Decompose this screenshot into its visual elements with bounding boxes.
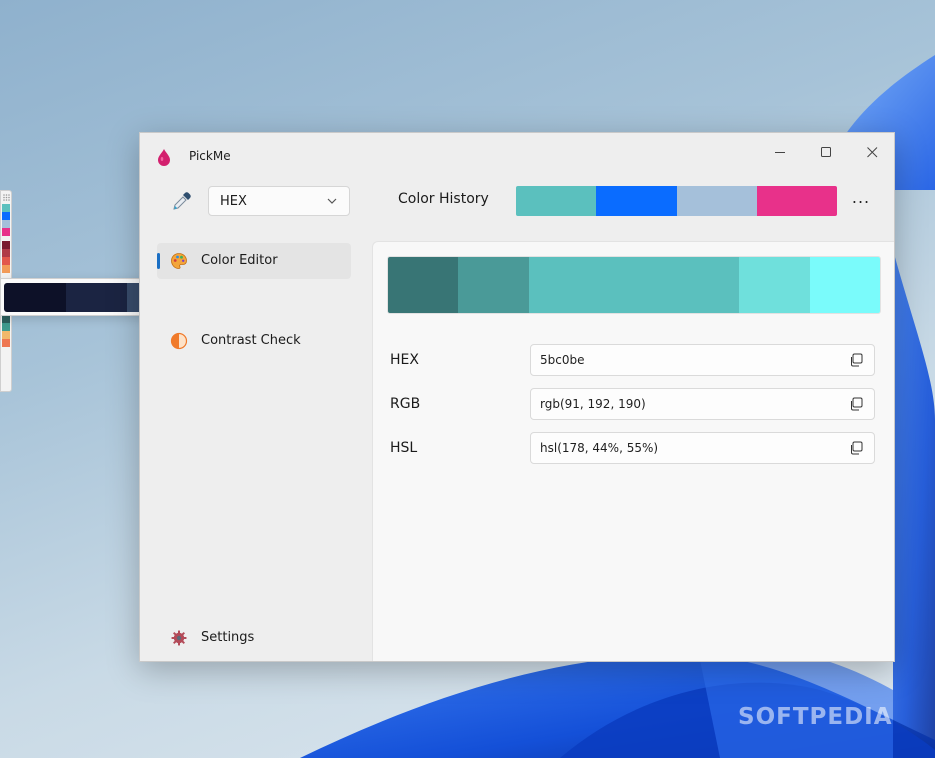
popup-swatch[interactable] [65,283,128,312]
hsl-field[interactable]: hsl(178, 44%, 55%) [530,432,875,464]
color-editor-panel: HEX 5bc0be RGB rgb(91, 192, 190) HSL hsl… [372,241,894,661]
palette-icon [171,253,187,269]
eyedropper-button[interactable] [171,190,193,212]
hex-field[interactable]: 5bc0be [530,344,875,376]
history-swatch[interactable] [676,186,757,216]
eyedropper-icon [173,192,191,210]
history-swatch[interactable] [756,186,837,216]
strip-swatch[interactable] [2,228,10,236]
chevron-down-icon [327,198,337,204]
rgb-label: RGB [390,396,421,412]
format-selected-value: HEX [220,194,247,209]
history-swatch[interactable] [516,186,597,216]
shade-swatch[interactable] [739,257,810,313]
drag-handle-icon[interactable] [3,194,10,201]
nav-active-indicator [157,253,160,269]
strip-swatch[interactable] [2,220,10,228]
strip-swatch[interactable] [2,265,10,273]
strip-swatch[interactable] [2,249,10,257]
strip-swatch[interactable] [2,257,10,265]
strip-swatch[interactable] [2,241,10,249]
strip-swatch[interactable] [2,204,10,212]
hex-label: HEX [390,352,419,368]
app-title: PickMe [189,149,231,163]
strip-swatch[interactable] [2,212,10,220]
contrast-icon [170,332,188,350]
gear-icon [171,630,187,646]
shade-swatch[interactable] [388,257,459,313]
popup-swatch[interactable] [4,283,66,312]
shade-swatch[interactable] [809,257,880,313]
rgb-value: rgb(91, 192, 190) [540,397,646,411]
copy-icon[interactable] [849,397,863,411]
minimize-icon [774,151,785,153]
strip-swatch[interactable] [2,331,10,339]
hsl-value: hsl(178, 44%, 55%) [540,441,659,455]
nav-item-contrast-check[interactable]: Contrast Check [157,323,351,359]
title-bar[interactable]: PickMe [140,133,894,177]
softpedia-watermark: SOFTPEDIA [738,704,893,730]
shade-swatch[interactable] [458,257,529,313]
close-button[interactable] [857,139,887,165]
more-options-button[interactable]: ... [848,189,874,213]
shade-swatch[interactable] [528,257,740,313]
app-window: PickMe HEX Color History ... Color Edito… [139,132,895,662]
color-history-label: Color History [398,191,489,207]
strip-swatch[interactable] [2,323,10,331]
copy-icon[interactable] [849,353,863,367]
rgb-field[interactable]: rgb(91, 192, 190) [530,388,875,420]
nav-item-label: Settings [201,630,255,645]
nav-item-settings[interactable]: Settings [157,620,351,656]
copy-icon[interactable] [849,441,863,455]
nav-item-label: Color Editor [201,253,278,268]
format-dropdown[interactable]: HEX [208,186,350,216]
maximize-icon [820,146,831,157]
nav-item-label: Contrast Check [201,333,301,348]
strip-swatch[interactable] [2,339,10,347]
color-history-swatches [516,186,837,216]
minimize-button[interactable] [765,139,795,165]
nav-item-color-editor[interactable]: Color Editor [157,243,351,279]
hex-value: 5bc0be [540,353,585,367]
color-shade-palette [387,256,881,314]
droplet-icon [158,149,170,166]
close-icon [866,146,877,157]
maximize-button[interactable] [811,139,841,165]
hsl-label: HSL [390,440,418,456]
history-swatch[interactable] [596,186,677,216]
strip-swatch[interactable] [2,315,10,323]
